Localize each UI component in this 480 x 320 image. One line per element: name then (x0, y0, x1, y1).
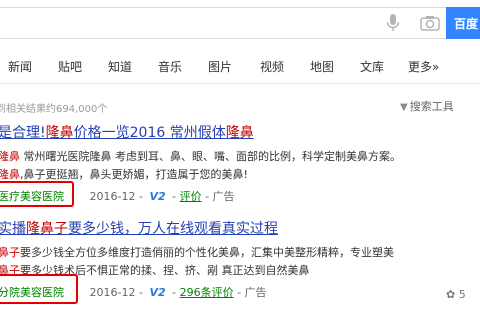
search-button[interactable]: 百度 (446, 7, 480, 39)
search-header: 百度 (0, 0, 480, 44)
wechat-icon: ✿ (446, 288, 459, 301)
ad-label: 广告 (212, 190, 235, 203)
title-highlight: 隆鼻 (225, 125, 254, 141)
result-snippet-line: 隆鼻 常州曙光医院隆鼻 考虑到耳、鼻、眼、嘴、面部的比例，科学定制美鼻方案。 (0, 148, 401, 164)
snippet-highlight: 鼻子 (0, 246, 20, 259)
result-date: 2016-12 (89, 190, 136, 203)
tab-wenku[interactable]: 文库 (360, 58, 384, 75)
title-highlight: 隆鼻 (45, 125, 74, 141)
result-title[interactable]: 是合理!隆鼻价格一览2016 常州假体隆鼻 (0, 122, 254, 142)
verified-badge-icon[interactable]: V2 (149, 190, 165, 203)
tab-news[interactable]: 新闻 (8, 58, 32, 75)
ad-label: 广告 (244, 286, 267, 299)
verified-badge-icon[interactable]: V2 (149, 286, 165, 299)
result-count: 到相关结果约694,000个 (0, 104, 108, 115)
tab-more[interactable]: 更多» (408, 58, 439, 75)
eval-link[interactable]: 296条评价 (180, 286, 234, 299)
tab-music[interactable]: 音乐 (158, 58, 182, 75)
snippet-highlight: 隆鼻 (0, 150, 20, 163)
snippet-text: 常州曙光医院隆鼻 考虑到耳、鼻、眼、嘴、面部的比例，科学定制美鼻方案。 (20, 150, 401, 163)
search-input[interactable] (0, 7, 446, 39)
highlight-box (0, 274, 78, 304)
result-snippet-line: 鼻子要多少钱全方位多维度打造俏丽的个性化美鼻，汇集中美整形精粹，专业塑美 (0, 244, 394, 260)
watermark: ✿ 5 (446, 288, 466, 301)
title-text: 是合理! (0, 125, 46, 141)
camera-icon[interactable] (420, 15, 440, 31)
microphone-icon[interactable] (385, 13, 401, 33)
tab-zhidao[interactable]: 知道 (108, 58, 132, 75)
watermark-text: 5 (458, 288, 466, 301)
title-text: 价格一览2016 常州假体 (73, 125, 226, 141)
title-text: 要多少钱，万人在线观看真实过程 (68, 221, 278, 237)
result-snippet-line: 隆鼻,鼻子更挺翘，鼻头更娇媚，打造属于您的美鼻! (0, 166, 248, 182)
snippet-text: 要多少钱全方位多维度打造俏丽的个性化美鼻，汇集中美整形精粹，专业塑美 (20, 246, 394, 259)
search-tools-button[interactable]: ▼ 搜索工具 (400, 98, 454, 114)
title-text: 实播 (0, 221, 26, 237)
tab-video[interactable]: 视频 (260, 58, 284, 75)
title-highlight: 隆鼻子 (26, 221, 68, 237)
search-tools-label: 搜索工具 (409, 100, 454, 113)
result-title[interactable]: 实播隆鼻子要多少钱，万人在线观看真实过程 (0, 218, 278, 238)
eval-link[interactable]: 评价 (180, 190, 202, 203)
result-date: 2016-12 (89, 286, 136, 299)
snippet-highlight: 隆鼻 (0, 168, 20, 181)
tab-images[interactable]: 图片 (208, 58, 232, 75)
search-tabs: 新闻 贴吧 知道 音乐 图片 视频 地图 文库 更多» (0, 50, 480, 84)
highlight-box (0, 181, 74, 207)
funnel-icon: ▼ (400, 102, 408, 113)
tab-map[interactable]: 地图 (310, 58, 334, 75)
snippet-text: ,鼻子更挺翘，鼻头更娇媚，打造属于您的美鼻! (20, 168, 248, 181)
tab-tieba[interactable]: 贴吧 (58, 58, 82, 75)
